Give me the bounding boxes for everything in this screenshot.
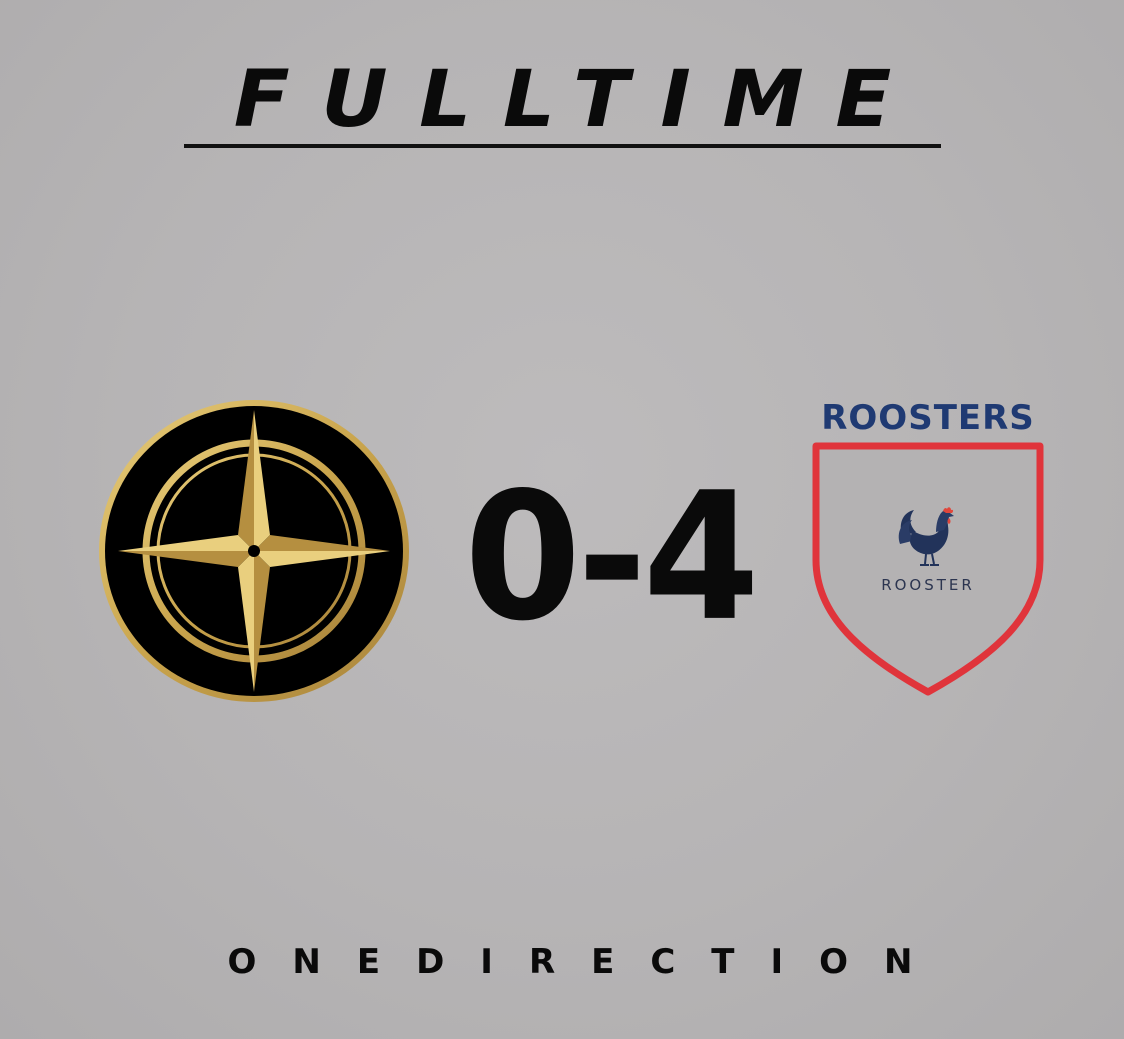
away-crest-label: ROOSTER xyxy=(881,576,975,594)
away-team-name: ROOSTERS xyxy=(821,398,1035,438)
fulltime-title: FULLTIME xyxy=(184,58,941,150)
match-score: 0-4 xyxy=(464,454,760,660)
title-underline xyxy=(184,144,941,148)
fulltime-title-text: FULLTIME xyxy=(233,55,923,145)
away-team-crest-shield-icon xyxy=(812,442,1044,696)
home-team-crest-compass-icon xyxy=(99,400,409,702)
footer-team-name: ONEDIRECTION xyxy=(227,942,949,982)
